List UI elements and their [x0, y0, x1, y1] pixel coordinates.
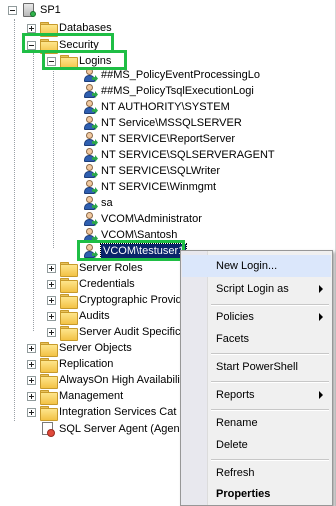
menu-item-rename[interactable]: Rename [182, 412, 331, 434]
folder-icon [40, 38, 58, 54]
tree-line [14, 19, 15, 421]
tree-node-login[interactable]: VCOM\Administrator [82, 211, 202, 227]
sql-agent-icon [40, 421, 56, 437]
tree-node-login[interactable]: NT SERVICE\SQLSERVERAGENT [82, 147, 275, 163]
tree-node-login-selected[interactable]: VCOM\testuser1 [82, 243, 188, 259]
tree-node-login[interactable]: NT Service\MSSQLSERVER [82, 115, 242, 131]
expand-icon[interactable] [27, 407, 36, 417]
login-user-icon [82, 147, 98, 163]
expand-icon[interactable] [27, 375, 36, 385]
expand-icon[interactable] [27, 343, 36, 353]
tree-node-replication[interactable]: Replication [27, 356, 113, 373]
login-user-icon [82, 163, 98, 179]
folder-icon [60, 277, 78, 293]
menu-separator [211, 459, 329, 461]
menu-separator [211, 381, 329, 383]
login-user-icon [82, 243, 98, 259]
expand-icon[interactable] [47, 279, 56, 289]
tree-line [53, 67, 54, 248]
login-user-icon [82, 67, 98, 83]
context-menu: New Login... Script Login as Policies Fa… [180, 250, 333, 506]
login-user-icon [82, 99, 98, 115]
collapse-icon[interactable] [8, 5, 17, 15]
folder-icon [60, 54, 78, 70]
login-user-icon [82, 83, 98, 99]
submenu-arrow-icon [319, 313, 323, 321]
tree-node-login[interactable]: NT SERVICE\SQLWriter [82, 163, 220, 179]
tree-line [33, 53, 34, 331]
folder-icon [60, 261, 78, 277]
expand-icon[interactable] [27, 23, 36, 33]
tree-node-login[interactable]: VCOM\Santosh [82, 227, 177, 243]
menu-item-start-powershell[interactable]: Start PowerShell [182, 356, 331, 378]
submenu-arrow-icon [319, 285, 323, 293]
expand-icon[interactable] [27, 391, 36, 401]
tree-node-login[interactable]: ##MS_PolicyTsqlExecutionLogi [82, 83, 254, 99]
folder-icon [40, 405, 58, 421]
tree-node-server[interactable]: SP1 [8, 2, 61, 18]
tree-node-server-roles[interactable]: Server Roles [47, 260, 143, 277]
submenu-arrow-icon [319, 391, 323, 399]
menu-item-properties[interactable]: Properties [182, 483, 331, 505]
menu-item-policies[interactable]: Policies [182, 306, 331, 328]
folder-icon [60, 309, 78, 325]
expand-icon[interactable] [47, 295, 56, 305]
tree-node-alwayson[interactable]: AlwaysOn High Availabili [27, 372, 180, 389]
tree-node-login[interactable]: ##MS_PolicyEventProcessingLo [82, 67, 260, 83]
login-user-icon [82, 195, 98, 211]
expand-icon[interactable] [47, 327, 56, 337]
tree-node-login[interactable]: sa [82, 195, 113, 211]
login-user-icon [82, 227, 98, 243]
tree-node-server-objects[interactable]: Server Objects [27, 340, 132, 357]
tree-node-login[interactable]: NT SERVICE\ReportServer [82, 131, 235, 147]
menu-item-new-login[interactable]: New Login... [182, 255, 331, 277]
tree-node-cryptographic-providers[interactable]: Cryptographic Provid [47, 292, 182, 309]
tree-node-login[interactable]: NT SERVICE\Winmgmt [82, 179, 216, 195]
tree-node-login[interactable]: NT AUTHORITY\SYSTEM [82, 99, 230, 115]
folder-icon [60, 325, 78, 341]
tree-node-server-audit-specifications[interactable]: Server Audit Specific [47, 324, 181, 341]
menu-item-refresh[interactable]: Refresh [182, 462, 331, 484]
collapse-icon[interactable] [47, 56, 56, 66]
folder-icon [40, 341, 58, 357]
menu-separator [211, 353, 329, 355]
tree-node-databases[interactable]: Databases [27, 20, 112, 37]
expand-icon[interactable] [47, 311, 56, 321]
tree-node-security[interactable]: Security [27, 37, 99, 54]
menu-item-facets[interactable]: Facets [182, 328, 331, 350]
tree-node-credentials[interactable]: Credentials [47, 276, 135, 293]
menu-separator [211, 409, 329, 411]
folder-icon [60, 293, 78, 309]
expand-icon[interactable] [47, 263, 56, 273]
login-user-icon [82, 131, 98, 147]
menu-item-delete[interactable]: Delete [182, 434, 331, 456]
folder-icon [40, 389, 58, 405]
tree-node-sql-server-agent[interactable]: SQL Server Agent (Agen [27, 421, 180, 437]
menu-item-script-login-as[interactable]: Script Login as [182, 278, 331, 300]
folder-icon [40, 21, 58, 37]
server-icon [21, 2, 37, 18]
login-user-icon [82, 115, 98, 131]
collapse-icon[interactable] [27, 40, 36, 50]
login-user-icon [82, 211, 98, 227]
tree-node-audits[interactable]: Audits [47, 308, 110, 325]
expand-icon[interactable] [27, 359, 36, 369]
tree-node-management[interactable]: Management [27, 388, 123, 405]
menu-item-reports[interactable]: Reports [182, 384, 331, 406]
tree-node-integration-services[interactable]: Integration Services Cat [27, 404, 176, 421]
folder-icon [40, 373, 58, 389]
login-user-icon [82, 179, 98, 195]
folder-icon [40, 357, 58, 373]
